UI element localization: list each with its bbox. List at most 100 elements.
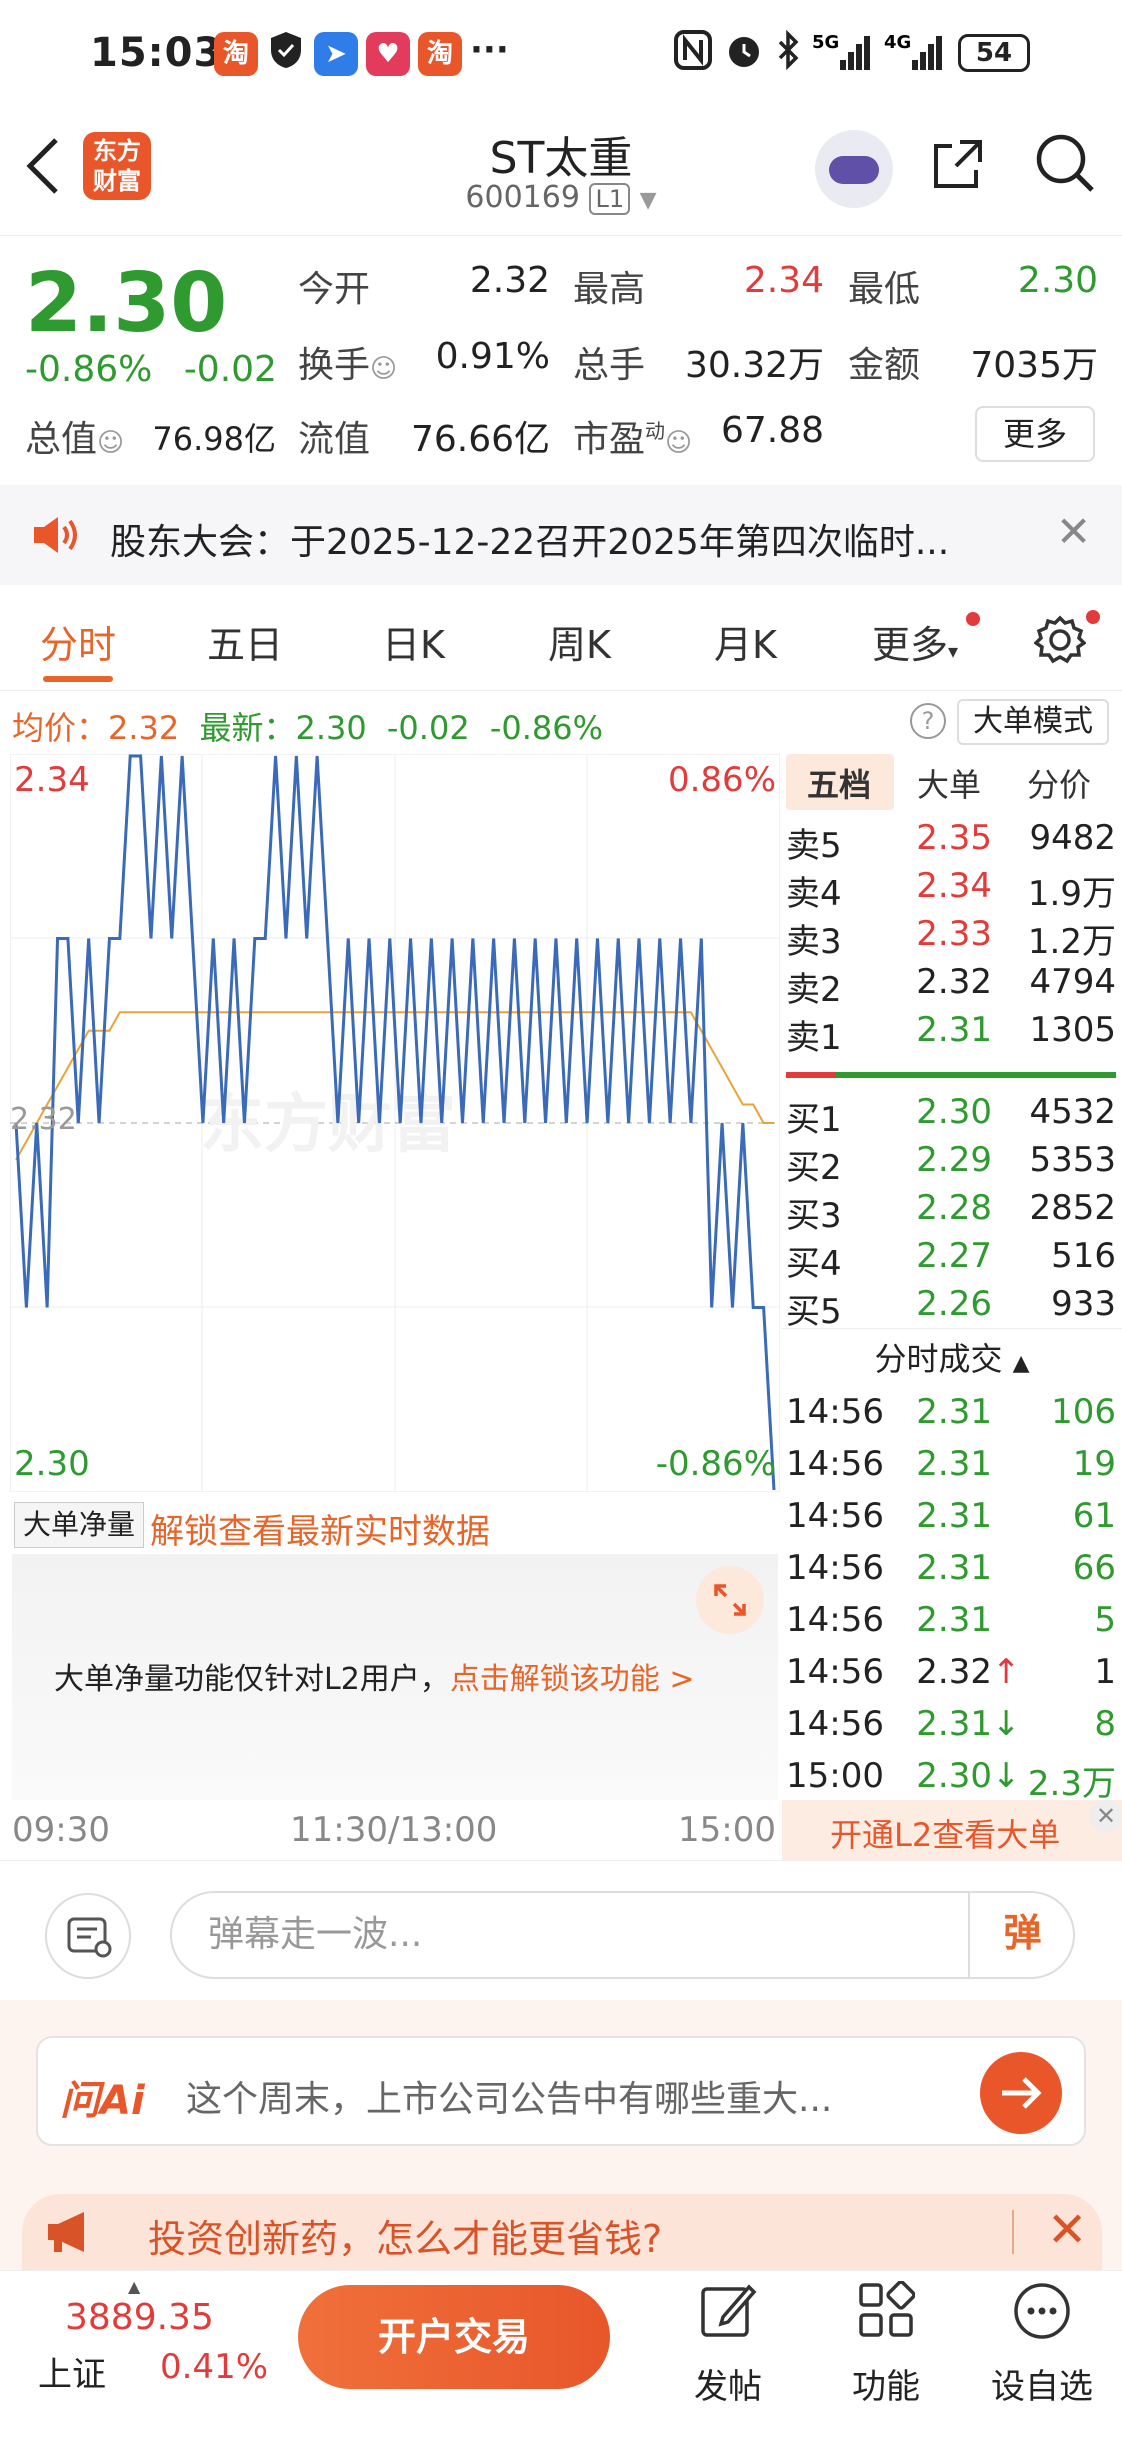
volume-value: 30.32万: [684, 345, 824, 386]
danmaku-input[interactable]: 弹幕走一波...: [170, 1891, 1075, 1979]
sell-level-row: 卖4 2.34 1.9万: [782, 866, 1122, 914]
tab-weekly-k[interactable]: 周K: [548, 614, 611, 669]
danmaku-send-button[interactable]: 弹: [968, 1891, 1075, 1979]
turnover-value: 0.91%: [435, 336, 550, 377]
tick-row: 14:56 2.31 66: [782, 1548, 1122, 1596]
level-price: 2.30: [916, 1092, 992, 1132]
indicator-select[interactable]: 大单净量 ▾: [14, 1502, 144, 1583]
tick-time: 14:56: [786, 1704, 884, 1744]
signal-4g-icon: 4G: [884, 30, 946, 81]
tab-five-levels[interactable]: 五档: [807, 760, 871, 806]
x-tick-close: 15:00: [678, 1810, 776, 1850]
order-book-panel: 五档 大单 分价 卖5 2.35 9482 卖4 2.34 1.9万 卖3 2.33 1.2万卖…: [782, 754, 1122, 1854]
speaker-icon: [30, 515, 80, 559]
volume-lock-message: 大单净量功能仅针对L2用户，点击解锁该功能 >: [54, 1662, 695, 1697]
level-label: 卖5: [786, 826, 842, 866]
avg-value: 2.32: [108, 709, 180, 747]
search-icon[interactable]: [1034, 132, 1096, 194]
tick-volume: 2.3万: [1027, 1764, 1116, 1804]
level-price: 2.34: [916, 866, 992, 906]
tick-volume: 106: [1051, 1392, 1116, 1432]
open-label: 今开: [298, 269, 371, 310]
chevron-down-icon: ▼: [639, 188, 657, 213]
tick-volume: 1: [1094, 1652, 1116, 1692]
danmaku-settings-icon[interactable]: [45, 1893, 131, 1979]
tab-intraday[interactable]: 分时: [40, 614, 116, 669]
close-l2-icon[interactable]: ✕: [1090, 1800, 1122, 1832]
level-price: 2.26: [916, 1284, 992, 1324]
tick-price: 2.31: [916, 1704, 992, 1744]
level-price: 2.29: [916, 1140, 992, 1180]
volume-unlock-link[interactable]: 点击解锁该功能 >: [450, 1662, 695, 1697]
float-value-label: 流值: [298, 419, 371, 460]
time-axis: 09:30 11:30/13:00 15:00: [0, 1800, 780, 1860]
high-label: 最高: [573, 269, 646, 310]
tick-price: 2.31: [916, 1496, 992, 1536]
expand-icon[interactable]: [696, 1566, 764, 1634]
buy-level-row: 买1 2.30 4532: [782, 1092, 1122, 1140]
tab-price-distribution[interactable]: 分价: [1027, 760, 1091, 806]
tab-daily-k[interactable]: 日K: [382, 614, 445, 669]
tick-arrow: ↓: [992, 1756, 1021, 1796]
index-pct[interactable]: 0.41%: [160, 2347, 268, 2387]
shield-icon: [268, 30, 304, 79]
tick-arrow: ↑: [992, 1652, 1021, 1692]
svg-text:5G: 5G: [812, 32, 839, 53]
x-tick-open: 09:30: [12, 1810, 110, 1850]
more-button[interactable]: 更多: [975, 406, 1095, 462]
level-volume: 1.2万: [1027, 922, 1116, 962]
amount-value: 7035万: [970, 345, 1098, 386]
unlock-link[interactable]: 解锁查看最新实时数据: [150, 1504, 490, 1553]
tab-monthly-k[interactable]: 月K: [714, 614, 777, 669]
post-button[interactable]: 发帖: [668, 2281, 788, 2408]
chart-watermark: 东方财富: [200, 1088, 456, 1162]
index-name[interactable]: 上证: [38, 2347, 106, 2396]
tick-price: 2.31: [916, 1444, 992, 1484]
ai-assistant-avatar[interactable]: [815, 130, 893, 208]
tab-five-day[interactable]: 五日: [207, 614, 283, 669]
big-order-mode-button[interactable]: 大单模式: [957, 699, 1109, 745]
ask-ai-box[interactable]: 问Ai 这个周末，上市公司公告中有哪些重大...: [36, 2036, 1086, 2146]
taobao-app-icon: 淘: [214, 32, 258, 76]
chart-tabs: 分时 五日 日K 周K 月K 更多▾: [0, 590, 1122, 690]
settings-gear-icon[interactable]: [1033, 614, 1087, 670]
level-price: 2.31: [916, 1010, 992, 1050]
intraday-chart[interactable]: 东方财富 2.34 2.32 2.30 0.86% -0.86%: [9, 753, 781, 1493]
tab-more[interactable]: 更多▾: [872, 614, 958, 669]
tick-volume: 61: [1072, 1496, 1116, 1536]
help-icon[interactable]: ?: [910, 703, 946, 739]
buy-level-row: 买3 2.28 2852: [782, 1188, 1122, 1236]
current-price: 2.30: [25, 256, 228, 351]
close-ad-icon[interactable]: ✕: [1047, 2202, 1087, 2258]
tab-big-orders[interactable]: 大单: [917, 760, 981, 806]
signal-5g-icon: 5G: [812, 30, 874, 81]
latest-value: 2.30: [295, 709, 367, 747]
level-label: 卖2: [786, 970, 842, 1010]
low-label: 最低: [848, 269, 921, 310]
l2-upgrade-bar[interactable]: 开通L2查看大单 ✕: [782, 1800, 1122, 1860]
avg-label: 均价：: [12, 709, 109, 747]
sell-level-row: 卖1 2.31 1305: [782, 1010, 1122, 1058]
more-badge-dot: [966, 612, 980, 626]
volume-locked-panel: 大单净量功能仅针对L2用户，点击解锁该功能 >: [12, 1554, 778, 1800]
ad-banner[interactable]: 投资创新药，怎么才能更省钱? ✕: [0, 2180, 1122, 2270]
turnover-label: 换手☺: [298, 345, 398, 386]
quote-panel: 2.30 -0.86% -0.02 今开 2.32 最高 2.34 最低 2.3…: [0, 235, 1122, 485]
notice-bar[interactable]: 股东大会：于2025-12-22召开2025年第四次临时... ✕: [0, 485, 1122, 585]
level-volume: 1305: [1029, 1010, 1116, 1050]
ticks-title[interactable]: 分时成交 ▲: [782, 1334, 1122, 1380]
functions-button[interactable]: 功能: [826, 2280, 946, 2408]
add-watchlist-button[interactable]: 设自选: [982, 2281, 1102, 2408]
bottom-bar: ▲ 3889.35 上证 0.41% 开户交易 发帖 功能 设自选: [0, 2270, 1122, 2442]
share-icon[interactable]: [930, 136, 986, 192]
price-info-line: 均价：2.32 最新：2.30 -0.02 -0.86% ? 大单模式: [0, 690, 1122, 752]
svg-text:4G: 4G: [884, 32, 911, 53]
danmaku-bar: 弹幕走一波... 弹: [0, 1860, 1122, 2000]
tick-row: 14:56 2.31 ↓ 8: [782, 1704, 1122, 1752]
arrow-right-icon[interactable]: [980, 2052, 1062, 2134]
high-value: 2.34: [743, 260, 824, 301]
close-icon[interactable]: ✕: [1056, 507, 1091, 556]
index-value[interactable]: 3889.35: [65, 2297, 214, 2338]
battery-icon: 54: [958, 34, 1030, 72]
open-account-trade-button[interactable]: 开户交易: [298, 2285, 610, 2389]
